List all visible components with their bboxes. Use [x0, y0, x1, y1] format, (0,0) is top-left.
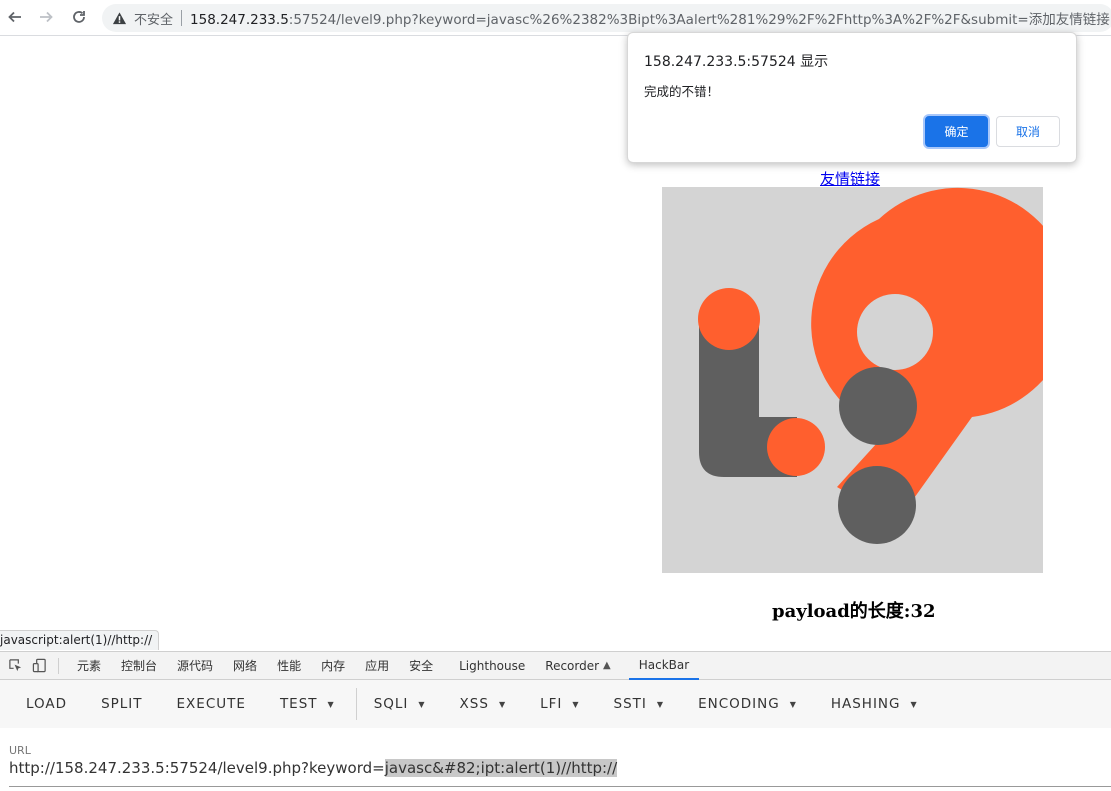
- reload-button[interactable]: [68, 6, 90, 28]
- xss-label: XSS: [459, 696, 489, 712]
- caret-down-icon: ▼: [572, 699, 580, 709]
- tab-memory[interactable]: 内存: [311, 652, 355, 680]
- alert-dialog: 158.247.233.5:57524 显示 完成的不错！ 确定 取消: [627, 32, 1077, 163]
- devtools-panel: 元素 控制台 源代码 网络 性能 内存 应用 安全 Lighthouse Rec…: [0, 651, 1111, 791]
- execute-label: EXECUTE: [176, 696, 246, 712]
- url-selected-text: javasc&#82;ipt:alert(1)//http://: [384, 759, 618, 777]
- friend-link[interactable]: 友情链接: [820, 168, 880, 189]
- url-text[interactable]: 158.247.233.5:57524/level9.php?keyword=j…: [190, 8, 1110, 28]
- url-path: :57524/level9.php?keyword=javasc%26%2382…: [288, 12, 1110, 28]
- tab-recorder-label: Recorder: [545, 658, 600, 673]
- encoding-menu-button[interactable]: ENCODING ▼: [681, 686, 814, 722]
- ssti-label: SSTI: [613, 696, 647, 712]
- arrow-right-icon: [40, 11, 53, 23]
- tab-divider: [58, 657, 59, 674]
- arrow-left-icon: [8, 11, 21, 23]
- tab-network[interactable]: 网络: [223, 652, 267, 680]
- cancel-button[interactable]: 取消: [996, 116, 1060, 147]
- lfi-label: LFI: [540, 696, 563, 712]
- sqli-label: SQLI: [373, 696, 409, 712]
- ok-button[interactable]: 确定: [925, 116, 988, 147]
- tab-security[interactable]: 安全: [399, 652, 443, 680]
- reload-icon: [73, 11, 85, 23]
- status-bar-url: javascript:alert(1)//http://: [0, 630, 160, 650]
- caret-down-icon: ▼: [789, 699, 797, 709]
- url-prefix: http://158.247.233.5:57524/level9.php?ke…: [9, 759, 385, 777]
- caret-down-icon: ▼: [418, 699, 426, 709]
- caret-down-icon: ▼: [498, 699, 507, 709]
- tab-performance[interactable]: 性能: [267, 652, 311, 680]
- address-bar[interactable]: 不安全 158.247.233.5:57524/level9.php?keywo…: [102, 4, 1111, 32]
- tab-recorder[interactable]: Recorder ▲: [535, 652, 620, 680]
- flask-icon: ▲: [603, 660, 611, 671]
- tab-hackbar[interactable]: HackBar: [628, 652, 700, 680]
- tab-sources[interactable]: 源代码: [167, 652, 223, 680]
- url-host: 158.247.233.5: [190, 12, 289, 28]
- lfi-menu-button[interactable]: LFI ▼: [523, 686, 596, 722]
- execute-button[interactable]: EXECUTE: [160, 686, 263, 722]
- split-button[interactable]: SPLIT: [84, 686, 159, 722]
- tab-console[interactable]: 控制台: [111, 652, 167, 680]
- back-button[interactable]: [4, 6, 26, 28]
- hackbar-url-input[interactable]: http://158.247.233.5:57524/level9.php?ke…: [9, 759, 618, 777]
- omnibox-divider: [181, 10, 183, 26]
- caret-down-icon: ▼: [910, 699, 918, 709]
- ssti-menu-button[interactable]: SSTI ▼: [597, 686, 682, 722]
- split-label: SPLIT: [101, 696, 143, 712]
- devtools-tab-bar: 元素 控制台 源代码 网络 性能 内存 应用 安全 Lighthouse Rec…: [0, 652, 1111, 680]
- hashing-menu-button[interactable]: HASHING ▼: [814, 686, 935, 722]
- security-label[interactable]: 不安全: [134, 9, 173, 28]
- tab-elements[interactable]: 元素: [67, 652, 111, 680]
- browser-toolbar: 不安全 158.247.233.5:57524/level9.php?keywo…: [0, 0, 1111, 36]
- url-input-underline: [9, 786, 1111, 787]
- load-label: LOAD: [26, 696, 68, 712]
- forward-button[interactable]: [35, 6, 57, 28]
- hackbar-toolbar: LOAD SPLIT EXECUTE TEST ▼ SQLI ▼ XSS ▼ LFI ▼…: [0, 680, 1111, 728]
- device-toolbar-icon[interactable]: [30, 657, 48, 675]
- level9-logo-image: [662, 187, 1043, 573]
- url-field-label: URL: [9, 744, 31, 757]
- xss-menu-button[interactable]: XSS ▼: [443, 686, 524, 722]
- warning-icon: [112, 10, 128, 26]
- payload-length-heading: payload的长度:32: [772, 601, 936, 622]
- test-label: TEST: [279, 696, 318, 712]
- tab-application[interactable]: 应用: [355, 652, 399, 680]
- caret-down-icon: ▼: [327, 699, 335, 709]
- caret-down-icon: ▼: [656, 699, 665, 709]
- dialog-title: 158.247.233.5:57524 显示: [644, 54, 829, 70]
- test-menu-button[interactable]: TEST ▼: [263, 686, 352, 722]
- inspect-element-icon[interactable]: [6, 657, 24, 675]
- encoding-label: ENCODING: [698, 696, 780, 712]
- load-button[interactable]: LOAD: [0, 686, 84, 722]
- tab-lighthouse[interactable]: Lighthouse: [443, 652, 535, 680]
- hashing-label: HASHING: [830, 696, 901, 712]
- sqli-menu-button[interactable]: SQLI ▼: [357, 686, 443, 722]
- dialog-message: 完成的不错！: [644, 84, 720, 99]
